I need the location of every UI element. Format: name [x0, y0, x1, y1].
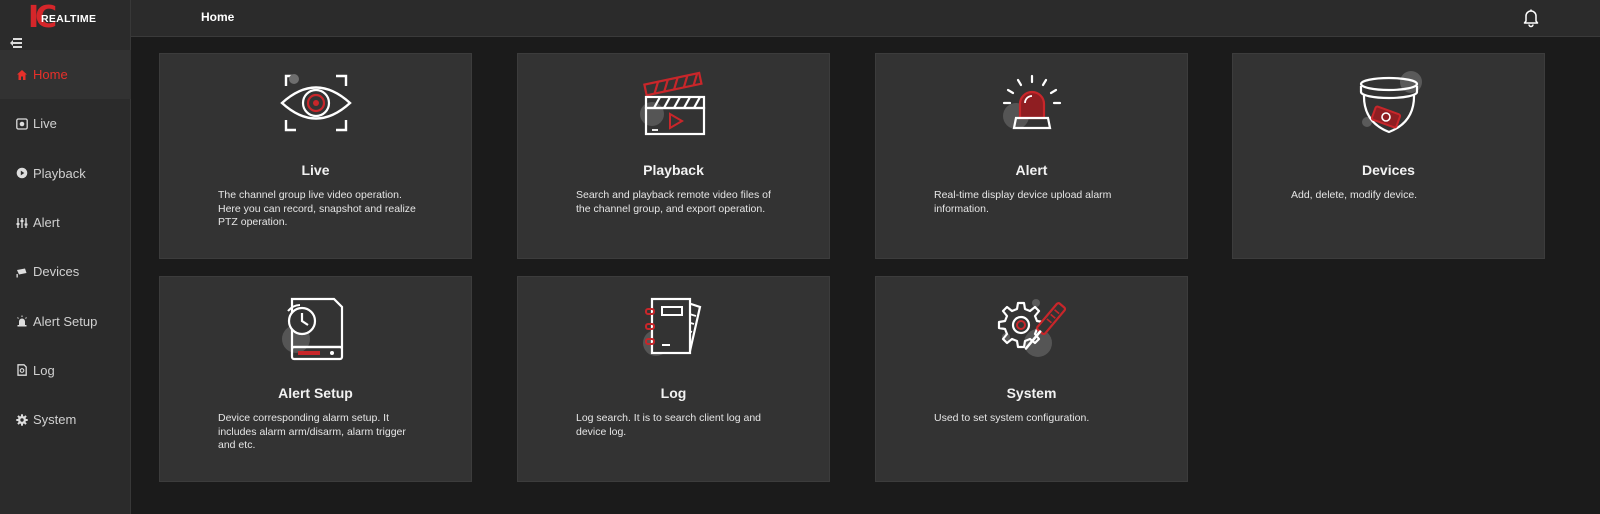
- sidebar-item-system[interactable]: System: [0, 395, 131, 444]
- sidebar-item-devices[interactable]: Devices: [0, 247, 131, 296]
- system-icon: [16, 414, 28, 426]
- card-title: Playback: [643, 162, 704, 178]
- card-devices[interactable]: Devices Add, delete, modify device.: [1232, 53, 1545, 259]
- card-description: Log search. It is to search client log a…: [576, 412, 762, 438]
- card-description: Device corresponding alarm setup. It inc…: [218, 412, 406, 451]
- card-playback[interactable]: Playback Search and playback remote vide…: [517, 53, 830, 259]
- card-title: Devices: [1362, 162, 1415, 178]
- alert-setup-icon: [16, 315, 28, 327]
- sidebar-item-alert-setup[interactable]: Alert Setup: [0, 296, 131, 345]
- playback-icon: [16, 167, 28, 179]
- card-live[interactable]: Live The channel group live video operat…: [159, 53, 472, 259]
- home-icon: [16, 69, 28, 81]
- sidebar-item-label: Alert: [33, 215, 60, 231]
- gear-wrench-icon: [992, 293, 1072, 365]
- clock-dvr-icon: [276, 293, 356, 365]
- card-title: Alert: [1015, 162, 1048, 178]
- sidebar-item-label: Home: [33, 67, 68, 83]
- sidebar-item-home[interactable]: Home: [0, 50, 131, 100]
- sidebar-item-label: Playback: [33, 165, 86, 181]
- clapperboard-icon: [634, 70, 714, 142]
- card-title: Log: [660, 385, 687, 401]
- top-bar: Home: [131, 0, 1600, 37]
- sidebar-item-log[interactable]: Log: [0, 346, 131, 395]
- sidebar-item-live[interactable]: Live: [0, 99, 131, 148]
- notebook-icon: [634, 293, 714, 365]
- card-title: Live: [301, 162, 330, 178]
- sidebar-item-label: System: [33, 412, 77, 428]
- brand-logo[interactable]: IC REALTIME: [28, 3, 118, 34]
- live-icon: [16, 118, 28, 130]
- sidebar-nav: Home Live Playback Alert Devices Alert S…: [0, 50, 131, 444]
- card-description: The channel group live video operation. …: [218, 189, 416, 228]
- alert-icon: [16, 217, 28, 229]
- card-title: System: [1006, 385, 1057, 401]
- card-alert-setup[interactable]: Alert Setup Device corresponding alarm s…: [159, 276, 472, 482]
- devices-icon: [16, 266, 28, 278]
- card-title: Alert Setup: [278, 385, 353, 401]
- card-log[interactable]: Log Log search. It is to search client l…: [517, 276, 830, 482]
- sidebar-item-label: Log: [33, 362, 55, 378]
- dome-camera-icon: [1349, 70, 1429, 142]
- sidebar-item-label: Devices: [33, 264, 80, 280]
- sidebar-item-label: Live: [33, 116, 57, 132]
- card-description: Real-time display device upload alarm in…: [934, 189, 1112, 215]
- log-icon: [16, 364, 28, 377]
- page-title: Home: [201, 10, 235, 24]
- collapse-menu-icon[interactable]: [10, 38, 22, 48]
- bell-icon[interactable]: [1522, 8, 1540, 28]
- sidebar-item-label: Alert Setup: [33, 313, 98, 329]
- logo-text: REALTIME: [41, 13, 97, 25]
- card-description: Add, delete, modify device.: [1291, 189, 1418, 201]
- sidebar-item-alert[interactable]: Alert: [0, 198, 131, 247]
- card-description: Search and playback remote video files o…: [576, 189, 771, 215]
- sidebar: IC REALTIME Home Live Playback Alert Dev…: [0, 0, 131, 514]
- card-description: Used to set system configuration.: [934, 412, 1090, 424]
- card-system[interactable]: System Used to set system configuration.: [875, 276, 1188, 482]
- eye-icon: [276, 70, 356, 142]
- card-alert[interactable]: Alert Real-time display device upload al…: [875, 53, 1188, 259]
- siren-icon: [992, 70, 1072, 142]
- sidebar-item-playback[interactable]: Playback: [0, 149, 131, 198]
